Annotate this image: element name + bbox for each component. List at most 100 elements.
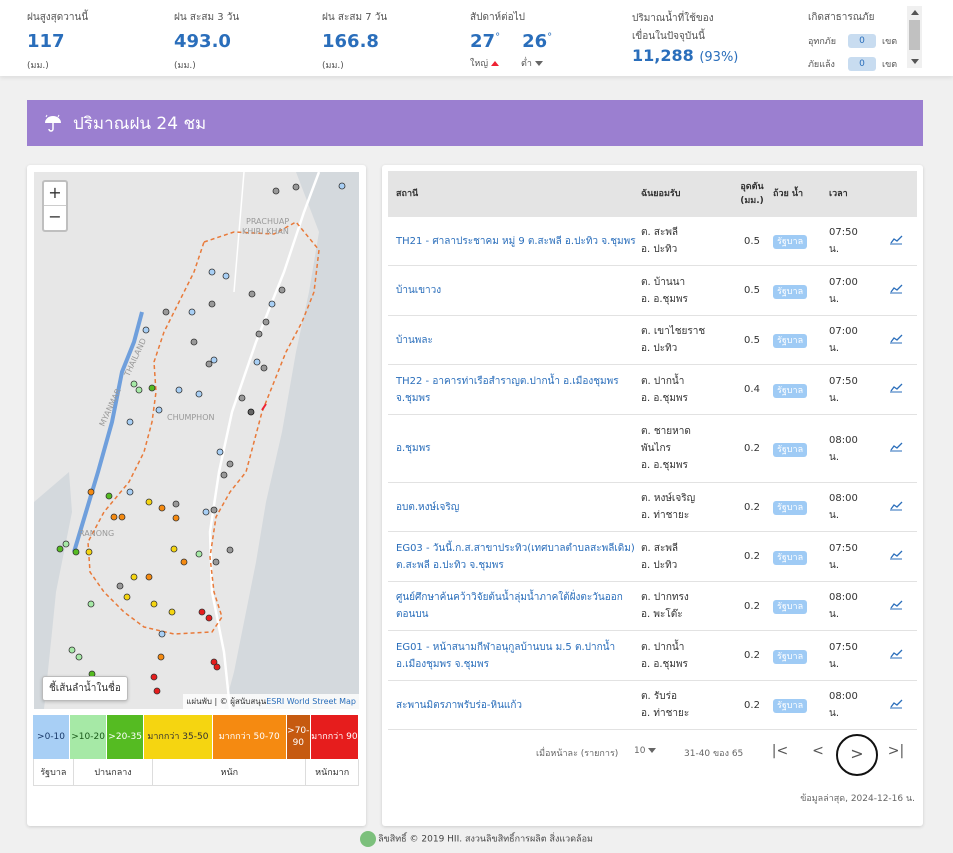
- first-page-button[interactable]: |<: [770, 741, 790, 761]
- attribution-link[interactable]: ESRI World Street Map: [266, 697, 356, 706]
- station-marker[interactable]: [153, 687, 161, 695]
- station-marker[interactable]: [338, 182, 346, 190]
- station-marker[interactable]: [126, 418, 134, 426]
- table-row[interactable]: บ้านเขาวง ต. บ้านนา อ. อ.ชุมพร 0.5 รัฐบาล 07:…: [388, 266, 917, 316]
- station-marker[interactable]: [157, 653, 165, 661]
- station-marker[interactable]: [205, 360, 213, 368]
- station-marker[interactable]: [253, 358, 261, 366]
- station-marker[interactable]: [278, 286, 286, 294]
- station-marker[interactable]: [226, 460, 234, 468]
- station-marker[interactable]: [126, 488, 134, 496]
- station-marker[interactable]: [87, 488, 95, 496]
- prev-page-button[interactable]: <: [808, 741, 828, 761]
- station-marker[interactable]: [150, 673, 158, 681]
- station-marker[interactable]: [210, 506, 218, 514]
- station-marker[interactable]: [172, 514, 180, 522]
- station-marker[interactable]: [155, 406, 163, 414]
- station-marker[interactable]: [68, 646, 76, 654]
- scroll-down-icon[interactable]: [911, 59, 919, 64]
- scroll-up-icon[interactable]: [911, 10, 919, 15]
- table-row[interactable]: บ้านพละ ต. เขาไชยราช อ. ปะทิว 0.5 รัฐบาล 07:0…: [388, 316, 917, 365]
- header-time[interactable]: เวลา: [825, 186, 875, 203]
- line-chart-icon[interactable]: [889, 235, 903, 245]
- station-marker[interactable]: [198, 608, 206, 616]
- station-name-link[interactable]: บ้านพละ: [388, 332, 641, 349]
- line-chart-icon[interactable]: [889, 334, 903, 344]
- table-row[interactable]: อบต.หงษ์เจริญ ต. หงษ์เจริญ อ. ท่าชายะ 0.2 รั…: [388, 483, 917, 532]
- station-name-link[interactable]: ศูนย์ศึกษาค้นคว้าวิจัยต้นน้ำลุ่มน้ำภาคใต…: [388, 589, 641, 623]
- station-name-link[interactable]: EG01 - หน้าสนามกีฬาอนุกูลบ้านบน ม.5 ต.ปา…: [388, 639, 641, 673]
- station-name-link[interactable]: บ้านเขาวง: [388, 282, 641, 299]
- map-canvas[interactable]: PRACHUAP KHIRI KHAN CHUMPHON RANONG MYAN…: [34, 172, 359, 709]
- table-row[interactable]: EG01 - หน้าสนามกีฬาอนุกูลบ้านบน ม.5 ต.ปา…: [388, 631, 917, 681]
- header-area[interactable]: ฉันยอมรับ: [641, 186, 733, 203]
- station-marker[interactable]: [180, 558, 188, 566]
- station-marker[interactable]: [75, 653, 83, 661]
- station-marker[interactable]: [212, 558, 220, 566]
- header-station[interactable]: สถานี: [388, 186, 641, 203]
- line-chart-icon[interactable]: [889, 383, 903, 393]
- station-marker[interactable]: [222, 272, 230, 280]
- station-marker[interactable]: [202, 508, 210, 516]
- station-marker[interactable]: [162, 308, 170, 316]
- station-marker[interactable]: [123, 593, 131, 601]
- station-marker[interactable]: [116, 582, 124, 590]
- station-marker[interactable]: [238, 394, 246, 402]
- line-chart-icon[interactable]: [889, 284, 903, 294]
- zoom-in-button[interactable]: +: [44, 182, 66, 206]
- station-marker[interactable]: [170, 545, 178, 553]
- rain-map[interactable]: PRACHUAP KHIRI KHAN CHUMPHON RANONG MYAN…: [34, 172, 359, 709]
- station-marker[interactable]: [72, 548, 80, 556]
- station-marker[interactable]: [205, 614, 213, 622]
- line-chart-icon[interactable]: [889, 442, 903, 452]
- station-marker[interactable]: [255, 330, 263, 338]
- station-marker[interactable]: [130, 380, 138, 388]
- station-marker[interactable]: [85, 548, 93, 556]
- station-name-link[interactable]: TH22 - อาคารท่าเรือสำราญต.ปากน้ำ อ.เมือง…: [388, 373, 641, 407]
- station-marker[interactable]: [168, 608, 176, 616]
- station-marker[interactable]: [248, 290, 256, 298]
- station-marker[interactable]: [172, 500, 180, 508]
- station-marker[interactable]: [130, 573, 138, 581]
- station-marker[interactable]: [135, 386, 143, 394]
- station-marker[interactable]: [105, 492, 113, 500]
- station-marker[interactable]: [208, 300, 216, 308]
- station-marker[interactable]: [260, 364, 268, 372]
- station-marker[interactable]: [188, 308, 196, 316]
- per-page-select[interactable]: 10: [634, 746, 657, 756]
- line-chart-icon[interactable]: [889, 550, 903, 560]
- header-rain[interactable]: อุดตัน (มม.): [733, 180, 771, 208]
- station-marker[interactable]: [210, 356, 218, 364]
- station-marker[interactable]: [292, 183, 300, 191]
- station-marker[interactable]: [110, 513, 118, 521]
- zoom-out-button[interactable]: −: [44, 206, 66, 230]
- table-row[interactable]: อ.ชุมพร ต. ชายหาด พันไกร อ. อ.ชุมพร 0.2 รัฐบา…: [388, 415, 917, 483]
- station-name-link[interactable]: EG03 - วันนี้.ก.ส.สาขาประทิว(เทศบาลตำบลส…: [388, 540, 641, 574]
- station-marker[interactable]: [158, 504, 166, 512]
- table-row[interactable]: สะพานมิตรภาพรับร่อ-หินแก้ว ต. รับร่อ อ. ท่…: [388, 681, 917, 730]
- station-marker[interactable]: [190, 338, 198, 346]
- station-marker[interactable]: [150, 600, 158, 608]
- line-chart-icon[interactable]: [889, 501, 903, 511]
- table-row[interactable]: TH21 - ศาลาประชาคม หมู่ 9 ต.สะพลี อ.ปะทิ…: [388, 217, 917, 266]
- station-marker[interactable]: [145, 573, 153, 581]
- station-marker[interactable]: [56, 545, 64, 553]
- table-row[interactable]: ศูนย์ศึกษาค้นคว้าวิจัยต้นน้ำลุ่มน้ำภาคใต…: [388, 582, 917, 631]
- header-agency[interactable]: ถ้วย น้ำ: [771, 187, 825, 201]
- line-chart-icon[interactable]: [889, 649, 903, 659]
- station-marker[interactable]: [262, 318, 270, 326]
- station-marker[interactable]: [268, 300, 276, 308]
- station-marker[interactable]: [213, 663, 221, 671]
- station-marker[interactable]: [148, 384, 156, 392]
- station-marker[interactable]: [195, 550, 203, 558]
- station-name-link[interactable]: อ.ชุมพร: [388, 440, 641, 457]
- line-chart-icon[interactable]: [889, 699, 903, 709]
- station-marker[interactable]: [142, 326, 150, 334]
- line-chart-icon[interactable]: [889, 600, 903, 610]
- station-marker[interactable]: [118, 513, 126, 521]
- station-marker[interactable]: [175, 386, 183, 394]
- station-name-link[interactable]: สะพานมิตรภาพรับร่อ-หินแก้ว: [388, 697, 641, 714]
- station-marker[interactable]: [216, 448, 224, 456]
- station-marker[interactable]: [226, 546, 234, 554]
- station-marker[interactable]: [247, 408, 255, 416]
